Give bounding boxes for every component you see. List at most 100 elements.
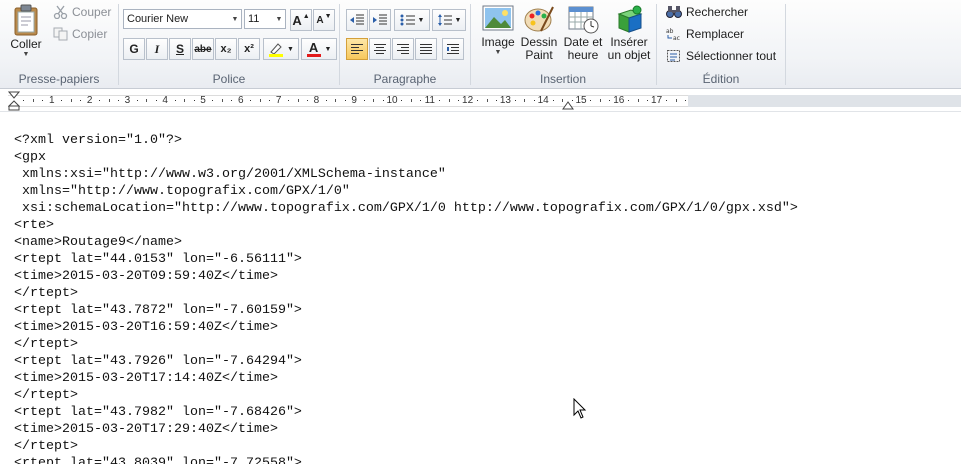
- increase-indent-button[interactable]: [369, 9, 391, 31]
- object-label-line2: un objet: [607, 48, 651, 62]
- find-label: Rechercher: [686, 5, 749, 19]
- strikethrough-label: abe: [194, 43, 212, 55]
- strikethrough-button[interactable]: abe: [192, 38, 214, 60]
- find-button[interactable]: Rechercher: [665, 3, 749, 21]
- document-line[interactable]: </rtept>: [14, 285, 798, 302]
- insert-datetime-button[interactable]: Date et heure: [561, 3, 605, 65]
- group-font: Courier New ▼ 11 ▼ A ▲ A ▼ G I S abe x₂ x²…: [119, 0, 339, 89]
- ruler-dot: [666, 100, 668, 101]
- clipboard-group-label: Presse-papiers: [18, 72, 100, 86]
- copy-button[interactable]: Copier: [52, 25, 108, 43]
- indent-decrease-icon: [350, 14, 364, 25]
- font-size-combo[interactable]: 11 ▼: [244, 9, 286, 29]
- align-center-button[interactable]: [369, 38, 391, 60]
- ruler-dot: [590, 100, 592, 101]
- left-indent-marker-icon[interactable]: [8, 91, 20, 111]
- datetime-label-line2: heure: [567, 48, 599, 62]
- shrink-font-button[interactable]: A ▼: [313, 9, 335, 31]
- document-line[interactable]: <time>2015-03-20T17:14:40Z</time>: [14, 370, 798, 387]
- document-line[interactable]: <gpx: [14, 149, 798, 166]
- italic-button[interactable]: I: [146, 38, 168, 60]
- paste-dropdown-icon[interactable]: ▼: [23, 51, 30, 59]
- ruler-number: 13: [499, 95, 511, 106]
- highlight-color-swatch: [269, 54, 284, 57]
- ruler-dot: [61, 100, 63, 101]
- highlight-button[interactable]: ▼: [263, 38, 299, 60]
- select-all-label: Sélectionner tout: [686, 49, 777, 63]
- line-spacing-button[interactable]: ▼: [432, 9, 466, 31]
- ruler-number: 1: [49, 95, 55, 106]
- align-left-button[interactable]: [346, 38, 368, 60]
- ruler-dot: [344, 100, 346, 101]
- ruler-dot: [231, 100, 233, 101]
- align-center-icon: [374, 44, 386, 54]
- document-line[interactable]: <time>2015-03-20T09:59:40Z</time>: [14, 268, 798, 285]
- document-area[interactable]: <?xml version="1.0"?> <gpx xmlns:xsi="htt…: [0, 113, 961, 464]
- insert-object-button[interactable]: Insérer un objet: [606, 3, 652, 65]
- insert-image-button[interactable]: Image ▼: [479, 3, 517, 65]
- align-right-button[interactable]: [392, 38, 414, 60]
- ruler-tick: [448, 99, 450, 102]
- image-dropdown-icon[interactable]: ▼: [495, 49, 502, 57]
- italic-label: I: [154, 41, 160, 56]
- document-line[interactable]: <?xml version="1.0"?>: [14, 132, 798, 149]
- cut-button[interactable]: Couper: [52, 3, 112, 21]
- paint-label-line2: Paint: [525, 48, 553, 62]
- document-line[interactable]: <rte>: [14, 217, 798, 234]
- document-text[interactable]: <?xml version="1.0"?> <gpx xmlns:xsi="htt…: [14, 132, 798, 464]
- binoculars-icon: [666, 6, 682, 18]
- ruler-dot: [80, 100, 82, 101]
- subscript-button[interactable]: x₂: [215, 38, 237, 60]
- document-line[interactable]: <rtept lat="43.7982" lon="-7.68426">: [14, 404, 798, 421]
- font-color-swatch: [306, 53, 321, 57]
- paint-drawing-button[interactable]: Dessin Paint: [519, 3, 559, 65]
- chevron-down-icon[interactable]: ▼: [229, 10, 241, 28]
- document-line[interactable]: <rtept lat="43.7926" lon="-7.64294">: [14, 353, 798, 370]
- grow-font-button[interactable]: A ▲: [290, 9, 312, 31]
- document-line[interactable]: </rtept>: [14, 387, 798, 404]
- ruler-dot: [552, 100, 554, 101]
- ruler-dot: [174, 100, 176, 101]
- ruler-dot: [42, 100, 44, 101]
- replace-button[interactable]: ab ac Remplacer: [665, 25, 745, 43]
- justify-button[interactable]: [415, 38, 437, 60]
- right-indent-marker-icon[interactable]: [562, 101, 574, 111]
- font-color-button[interactable]: A ▼: [301, 38, 337, 60]
- ruler-number: 14: [537, 95, 549, 106]
- ruler-dot: [288, 100, 290, 101]
- ruler-dot: [250, 100, 252, 101]
- ruler-tick: [524, 99, 526, 102]
- document-line[interactable]: </rtept>: [14, 438, 798, 455]
- bold-label: G: [129, 42, 139, 56]
- ruler-dot: [401, 100, 403, 101]
- bold-button[interactable]: G: [123, 38, 145, 60]
- document-line[interactable]: xsi:schemaLocation="http://www.topografi…: [14, 200, 798, 217]
- document-line[interactable]: <rtept lat="43.8039" lon="-7.72558">: [14, 455, 798, 464]
- svg-text:ab: ab: [666, 28, 674, 35]
- paste-button[interactable]: Coller ▼: [6, 3, 46, 63]
- document-line[interactable]: <rtept lat="44.0153" lon="-6.56111">: [14, 251, 798, 268]
- document-line[interactable]: xmlns:xsi="http://www.w3.org/2001/XMLSch…: [14, 166, 798, 183]
- bullet-list-button[interactable]: ▼: [394, 9, 430, 31]
- font-name-combo[interactable]: Courier New ▼: [123, 9, 242, 29]
- justify-icon: [420, 44, 432, 54]
- superscript-button[interactable]: x²: [238, 38, 260, 60]
- document-line[interactable]: </rtept>: [14, 336, 798, 353]
- ruler-tick: [184, 99, 186, 102]
- ruler-tick: [146, 99, 148, 102]
- ruler-tick: [410, 99, 412, 102]
- document-line[interactable]: <time>2015-03-20T16:59:40Z</time>: [14, 319, 798, 336]
- select-all-button[interactable]: Sélectionner tout: [665, 47, 777, 65]
- document-line[interactable]: <name>Routage9</name>: [14, 234, 798, 251]
- document-line[interactable]: <rtept lat="43.7872" lon="-7.60159">: [14, 302, 798, 319]
- replace-label: Remplacer: [686, 27, 745, 41]
- edition-group-label: Édition: [702, 72, 740, 86]
- chevron-down-icon[interactable]: ▼: [273, 10, 285, 28]
- decrease-indent-button[interactable]: [346, 9, 368, 31]
- document-line[interactable]: xmlns="http://www.topografix.com/GPX/1/0…: [14, 183, 798, 200]
- paragraph-settings-button[interactable]: [442, 38, 464, 60]
- document-line[interactable]: <time>2015-03-20T17:29:40Z</time>: [14, 421, 798, 438]
- underline-button[interactable]: S: [169, 38, 191, 60]
- ruler-dot: [325, 100, 327, 101]
- ruler-dot: [363, 100, 365, 101]
